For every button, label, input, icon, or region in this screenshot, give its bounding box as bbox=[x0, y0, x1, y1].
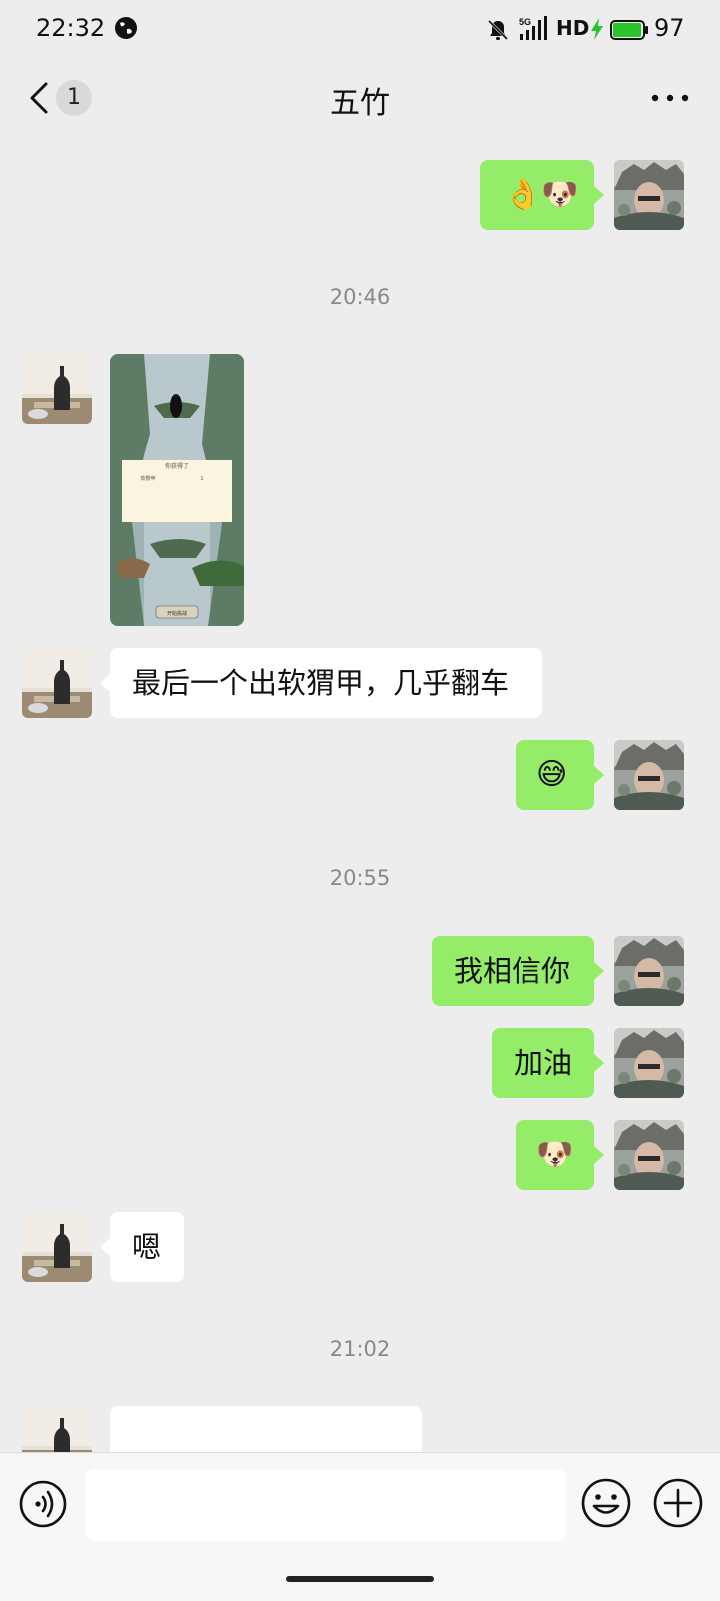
globe-icon bbox=[115, 17, 137, 39]
my-avatar[interactable] bbox=[614, 1028, 684, 1098]
my-avatar[interactable] bbox=[614, 1120, 684, 1190]
status-time: 22:32 bbox=[36, 14, 106, 42]
mute-bell-icon bbox=[487, 19, 509, 41]
image-text-count: 1 bbox=[200, 476, 203, 482]
contact-avatar[interactable] bbox=[22, 648, 92, 718]
my-text-message[interactable]: 加油 bbox=[492, 1028, 604, 1098]
image-message[interactable]: 你获得了 软猬甲 1 开始挑战 bbox=[110, 354, 244, 626]
my-emoji-message[interactable]: 👌🐶 bbox=[480, 160, 604, 230]
page-title: 五竹 bbox=[330, 86, 390, 121]
my-avatar[interactable] bbox=[614, 160, 684, 230]
contact-message-partial[interactable] bbox=[110, 1406, 422, 1452]
game-screenshot-image: 你获得了 软猬甲 1 开始挑战 bbox=[110, 354, 244, 626]
signal-5g-icon: 5G bbox=[519, 16, 547, 40]
hd-label: HD bbox=[556, 16, 590, 40]
my-text-message[interactable]: 我相信你 bbox=[432, 936, 604, 1006]
contact-text-message[interactable]: 最后一个出软猬甲，几乎翻车 bbox=[100, 648, 542, 718]
contact-avatar[interactable] bbox=[22, 354, 92, 424]
my-avatar[interactable] bbox=[614, 936, 684, 1006]
home-indicator[interactable] bbox=[286, 1576, 434, 1582]
battery-icon bbox=[610, 20, 648, 40]
more-dots-icon[interactable] bbox=[650, 92, 690, 104]
chat-header: 1 五竹 bbox=[0, 62, 720, 138]
contact-text-message[interactable]: 嗯 bbox=[100, 1212, 184, 1282]
status-bar: 22:32 5G HD 97 bbox=[0, 0, 720, 62]
battery-percent: 97 bbox=[654, 14, 685, 42]
message-timestamp: 21:02 bbox=[329, 1337, 391, 1361]
my-emoji-message[interactable]: 😅 bbox=[516, 740, 604, 810]
contact-avatar[interactable] bbox=[22, 1406, 92, 1452]
my-emoji-message[interactable]: 🐶 bbox=[516, 1120, 604, 1190]
voice-icon[interactable] bbox=[18, 1479, 68, 1529]
image-text-button: 开始挑战 bbox=[167, 610, 187, 617]
emoji-icon[interactable] bbox=[580, 1477, 632, 1529]
image-text-item: 软猬甲 bbox=[140, 475, 155, 482]
contact-avatar[interactable] bbox=[22, 1212, 92, 1282]
network-label: 5G bbox=[519, 17, 531, 27]
plus-circle-icon[interactable] bbox=[652, 1477, 704, 1529]
message-timestamp: 20:55 bbox=[329, 866, 391, 890]
chat-message-list[interactable]: 👌🐶 20:46 你获得了 软猬甲 1 开始挑战 最后一个出软猬甲，几乎翻车 😅… bbox=[0, 140, 720, 1452]
my-avatar[interactable] bbox=[614, 740, 684, 810]
image-text-title: 你获得了 bbox=[165, 462, 189, 470]
message-timestamp: 20:46 bbox=[329, 285, 391, 309]
charging-icon bbox=[591, 18, 603, 40]
message-input[interactable] bbox=[86, 1469, 566, 1541]
